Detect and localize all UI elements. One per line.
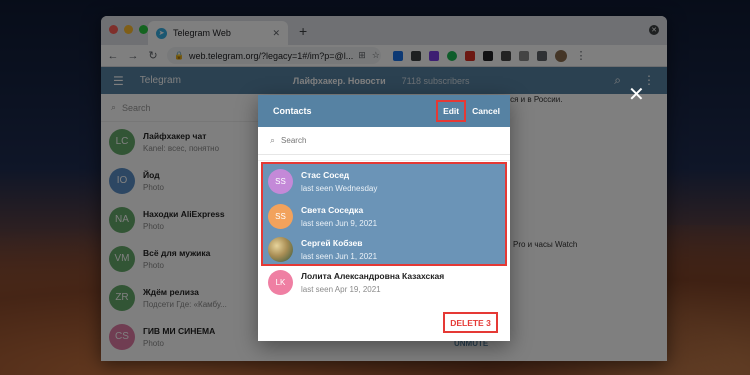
- avatar: SS: [268, 169, 293, 194]
- contacts-search: ⌕: [258, 127, 510, 155]
- contact-row[interactable]: LK Лолита Александровна Казахская last see…: [258, 265, 510, 300]
- search-input[interactable]: [281, 136, 482, 145]
- contact-name: Лолита Александровна Казахская: [301, 271, 445, 281]
- contact-status: last seen Wednesday: [301, 184, 378, 193]
- list-item: [258, 155, 510, 161]
- contact-row[interactable]: Сергей Кобзев last seen Jun 1, 2021: [258, 232, 510, 267]
- avatar: SS: [268, 204, 293, 229]
- contact-status: last seen Jun 9, 2021: [301, 219, 378, 228]
- close-icon[interactable]: ✕: [628, 85, 645, 105]
- avatar: LK: [268, 270, 293, 295]
- contact-status: last seen Apr 19, 2021: [301, 285, 381, 294]
- search-icon: ⌕: [270, 135, 276, 145]
- cancel-button[interactable]: Cancel: [470, 102, 502, 120]
- delete-button[interactable]: DELETE 3: [443, 312, 498, 333]
- contact-name: Света Соседка: [301, 205, 364, 215]
- contact-name: Сергей Кобзев: [301, 238, 363, 248]
- contact-status: last seen Jun 1, 2021: [301, 252, 378, 261]
- contacts-modal: Contacts Edit Cancel ⌕ SS Стас Сосед last …: [258, 95, 510, 341]
- avatar: [268, 237, 293, 262]
- modal-title: Contacts: [273, 106, 312, 116]
- edit-button[interactable]: Edit: [436, 100, 467, 122]
- contact-row[interactable]: SS Стас Сосед last seen Wednesday: [258, 164, 510, 199]
- contact-row[interactable]: SS Света Соседка last seen Jun 9, 2021: [258, 199, 510, 234]
- modal-header: Contacts Edit Cancel: [258, 95, 510, 127]
- contact-name: Стас Сосед: [301, 170, 350, 180]
